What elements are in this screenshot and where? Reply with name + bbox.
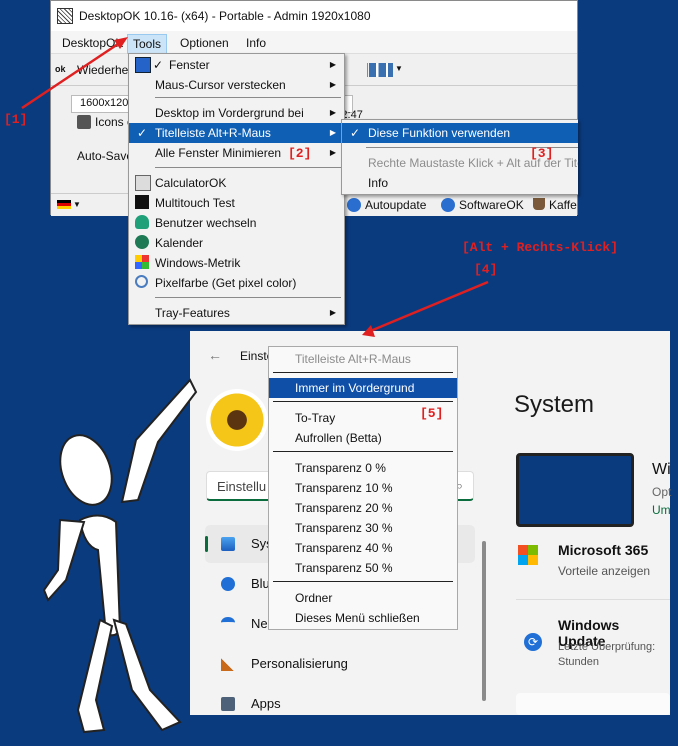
stick-figure-illustration xyxy=(42,378,198,734)
arrowhead-1 xyxy=(114,37,128,49)
arrow-1 xyxy=(21,38,125,110)
arrow-4 xyxy=(367,280,489,334)
